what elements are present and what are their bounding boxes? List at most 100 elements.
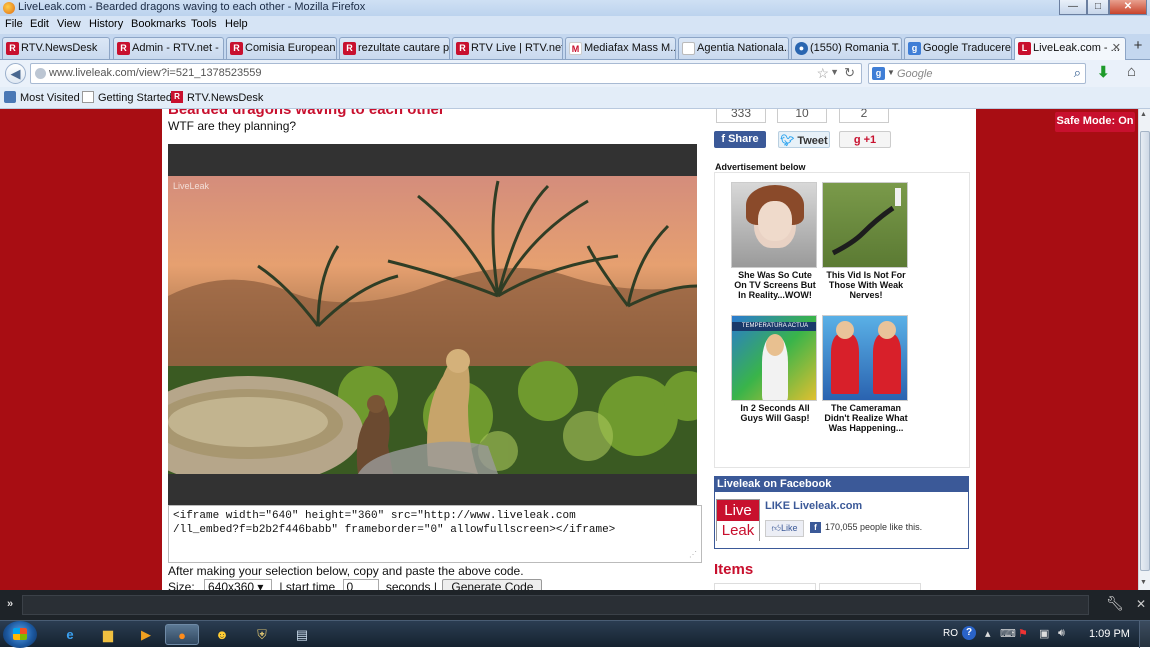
messenger-icon[interactable]: ☻ [205,624,239,645]
show-hidden-icons-icon[interactable]: ▴ [985,627,991,640]
video-title[interactable]: Bearded dragons waving to each other [168,109,445,118]
scroll-up-icon[interactable]: ▲ [1140,111,1147,118]
menu-tools[interactable]: Tools [191,18,217,30]
ad-caption[interactable]: She Was So Cute On TV Screens But In Rea… [731,270,819,300]
reload-icon[interactable]: ↻ [844,65,855,81]
player-controls-bar[interactable] [168,474,697,505]
input-icon[interactable]: ⌨ [1000,627,1016,640]
tab-comisia[interactable]: R Comisia European... [226,37,337,59]
start-time-input[interactable]: 0 [342,579,379,590]
tab-rezultate[interactable]: Rrezultate cautare p... [339,37,450,59]
download-icon[interactable]: ⬇ [1097,63,1110,81]
close-window-button[interactable]: ✕ [1109,0,1147,15]
google-search-engine-icon[interactable]: g [872,67,885,80]
tab-romania[interactable]: ● (1550) Romania T... [791,37,902,59]
site-identity-icon[interactable] [35,68,46,79]
security-shield-icon[interactable]: ⛨ [245,624,279,645]
minimize-button[interactable]: — [1059,0,1087,15]
tab-admin-rtv[interactable]: R Admin - RTV.net - [113,37,224,59]
ad-item[interactable]: The Cameraman Didn't Realize What Was Ha… [822,315,910,433]
search-bar[interactable]: g ▼ Google ⌕ [868,63,1086,84]
facebook-page-link[interactable]: LIKE Liveleak.com [765,500,862,512]
url-text[interactable]: www.liveleak.com/view?i=521_1378523559 [49,67,262,79]
ad-caption[interactable]: The Cameraman Didn't Realize What Was Ha… [822,403,910,433]
ad-overlay-text: TEMPERATURA ACTUA [732,322,816,331]
bookmark-rtv-newsdesk[interactable]: RTV.NewsDesk [187,92,263,104]
tab-rtv-newsdesk[interactable]: R RTV.NewsDesk [2,37,110,59]
facebook-share-button[interactable]: f Share [714,131,766,148]
maximize-button[interactable]: □ [1087,0,1109,15]
size-select[interactable]: 640x360 ▾ [204,579,273,590]
tab-label: RTV Live | RTV.net... [471,42,562,54]
scrollbar-thumb[interactable] [1140,131,1150,571]
google-plus-button[interactable]: g +1 [839,131,891,148]
ad-thumbnail-image[interactable] [731,182,817,268]
windows-logo-icon [13,628,27,640]
ad-item[interactable]: TEMPERATURA ACTUA In 2 Seconds All Guys … [731,315,819,423]
file-explorer-icon[interactable]: ▆ [91,624,125,645]
action-center-icon[interactable]: ⚑ [1018,627,1028,640]
tab-agentia[interactable]: Agentia Nationala... [678,37,789,59]
scroll-down-icon[interactable]: ▼ [1140,579,1147,586]
tab-mediafax[interactable]: M Mediafax Mass M... [565,37,676,59]
ad-item[interactable]: This Vid Is Not For Those With Weak Nerv… [822,182,910,300]
tab-google-traducere[interactable]: g Google Traducere [904,37,1012,59]
language-indicator[interactable]: RO [943,628,958,639]
addon-chevron-icon[interactable]: » [7,598,13,610]
ad-caption[interactable]: This Vid Is Not For Those With Weak Nerv… [822,270,910,300]
clock[interactable]: 1:09 PM [1089,628,1130,640]
ad-caption[interactable]: In 2 Seconds All Guys Will Gasp! [731,403,819,423]
show-desktop-button[interactable] [1139,621,1150,648]
close-icon[interactable]: ✕ [1136,597,1146,611]
bookmark-star-icon[interactable]: ☆ [816,65,829,82]
video-player[interactable]: LiveLeak [168,176,697,474]
facebook-like-button[interactable]: 👍︎Like [765,520,804,537]
search-icon[interactable]: ⌕ [1074,65,1081,81]
safe-mode-toggle[interactable]: Safe Mode: On [1055,112,1135,132]
bookmark-most-visited[interactable]: Most Visited [20,92,80,104]
bookmark-getting-started[interactable]: Getting Started [98,92,172,104]
resize-grip-icon[interactable]: ⋰ [689,550,697,559]
media-player-icon[interactable]: ▶ [129,624,163,645]
start-button[interactable] [3,621,37,648]
facebook-box-header[interactable]: Liveleak on Facebook [715,477,968,492]
home-icon[interactable]: ⌂ [1127,63,1136,80]
blank-page-icon [682,42,695,55]
navigation-toolbar: ◀ www.liveleak.com/view?i=521_1378523559… [0,60,1150,87]
items-tab[interactable] [714,583,816,590]
tab-close-icon[interactable]: ✕ [1112,41,1121,54]
items-tab[interactable] [819,583,921,590]
url-bar[interactable]: www.liveleak.com/view?i=521_1378523559 ☆… [30,63,862,84]
volume-icon[interactable]: 🔊︎ [1058,627,1065,640]
vertical-scrollbar[interactable]: ▲ ▼ [1138,109,1150,590]
ad-thumbnail-image[interactable] [822,182,908,268]
firefox-taskbar-icon[interactable]: ● [165,624,199,645]
back-button[interactable]: ◀ [5,63,26,84]
internet-explorer-icon[interactable]: e [53,624,87,645]
generate-code-button[interactable]: Generate Code [442,579,543,590]
ad-thumbnail-image[interactable] [822,315,908,401]
ad-thumbnail-image[interactable]: TEMPERATURA ACTUA [731,315,817,401]
tab-liveleak[interactable]: L LiveLeak.com - ... ✕ [1014,37,1126,60]
menu-file[interactable]: File [5,18,23,30]
menu-view[interactable]: View [57,18,81,30]
new-tab-button[interactable]: + [1130,38,1146,56]
tweet-button[interactable]: 🐦︎ Tweet [778,131,830,148]
search-engine-dropdown-icon[interactable]: ▼ [887,68,895,77]
liveleak-logo[interactable]: Live Leak [716,499,760,541]
wrench-icon[interactable]: 🔧︎ [1106,595,1124,612]
menu-history[interactable]: History [89,18,123,30]
menu-edit[interactable]: Edit [30,18,49,30]
menu-help[interactable]: Help [225,18,248,30]
ad-item[interactable]: She Was So Cute On TV Screens But In Rea… [731,182,819,300]
help-icon[interactable]: ? [962,626,976,640]
search-placeholder[interactable]: Google [897,68,932,80]
tab-rtv-live[interactable]: RRTV Live | RTV.net... [452,37,563,59]
url-dropdown-icon[interactable]: ▼ [830,67,839,77]
window-switcher-icon[interactable]: ▤ [285,624,319,645]
network-icon[interactable]: ▣ [1039,627,1049,640]
globe-icon: ● [795,42,808,55]
embed-code-textarea[interactable]: <iframe width="640" height="360" src="ht… [168,505,702,563]
addon-bar-input[interactable] [22,595,1089,615]
menu-bookmarks[interactable]: Bookmarks [131,18,186,30]
